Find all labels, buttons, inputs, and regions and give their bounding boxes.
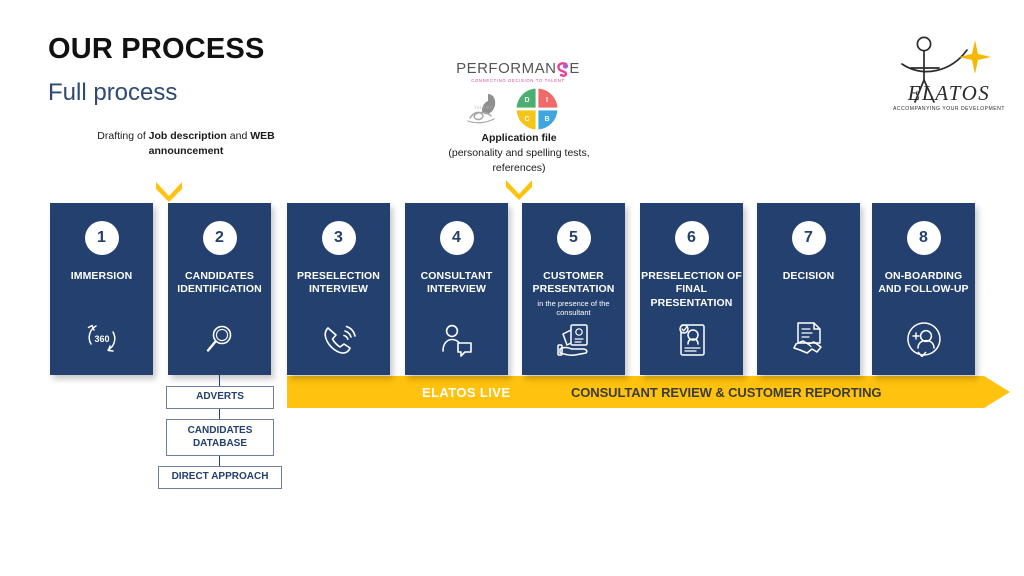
assessment-logos: TALENT D I C B bbox=[460, 88, 570, 130]
step-number: 4 bbox=[439, 221, 474, 255]
step-label: CANDIDATES IDENTIFICATION bbox=[177, 270, 262, 296]
phone-call-icon bbox=[287, 323, 390, 357]
note-application-title: Application file bbox=[481, 132, 557, 144]
down-chevron-icon bbox=[156, 182, 182, 202]
person-chat-icon bbox=[405, 323, 508, 357]
disc-letter-c: C bbox=[524, 116, 529, 123]
performanse-logo: PERFORMAN E CONNECTING DECISION TO TALEN… bbox=[455, 60, 581, 90]
performanse-swirl-icon bbox=[557, 61, 569, 77]
process-card-5[interactable]: 5 CUSTOMER PRESENTATION in the presence … bbox=[522, 203, 625, 375]
process-card-2[interactable]: 2 CANDIDATES IDENTIFICATION bbox=[168, 203, 271, 375]
step-label: IMMERSION bbox=[70, 270, 133, 282]
down-chevron-icon bbox=[506, 180, 532, 200]
magnifier-icon bbox=[168, 321, 271, 357]
banner-label-elatos-live: ELATOS LIVE bbox=[422, 384, 511, 400]
page-title: OUR PROCESS bbox=[48, 33, 265, 65]
svg-text:360: 360 bbox=[94, 334, 109, 344]
step-label: PRESELECTION INTERVIEW bbox=[297, 270, 380, 296]
step-label: CONSULTANT INTERVIEW bbox=[420, 270, 493, 296]
note-drafting-bold1: Job description bbox=[148, 130, 227, 142]
elatos-tagline: ACCOMPANYING YOUR DEVELOPMENT bbox=[893, 106, 1005, 112]
step-sublabel: in the presence of the consultant bbox=[537, 298, 610, 317]
step-number: 5 bbox=[556, 221, 591, 255]
slide-canvas: OUR PROCESS Full process Drafting of Job… bbox=[0, 0, 1024, 576]
step-number: 7 bbox=[791, 221, 826, 255]
step-label: ON-BOARDING AND FOLLOW-UP bbox=[878, 270, 969, 296]
step-number: 3 bbox=[321, 221, 356, 255]
step-label: PRESELECTION OF FINAL PRESENTATION bbox=[641, 270, 742, 309]
process-card-8[interactable]: 8 ON-BOARDING AND FOLLOW-UP bbox=[872, 203, 975, 375]
elatos-name: ELATOS bbox=[907, 81, 991, 105]
process-card-6[interactable]: 6 PRESELECTION OF FINAL PRESENTATION bbox=[640, 203, 743, 375]
performanse-tagline: CONNECTING DECISION TO TALENT bbox=[471, 78, 565, 83]
process-card-7[interactable]: 7 DECISION bbox=[757, 203, 860, 375]
phase-banner: ELATOS LIVE CONSULTANT REVIEW & CUSTOMER… bbox=[287, 376, 1010, 408]
note-application-detail: (personality and spelling tests, referen… bbox=[448, 147, 590, 175]
checklist-person-icon bbox=[640, 321, 743, 357]
process-card-1[interactable]: 1 IMMERSION 360 bbox=[50, 203, 153, 375]
note-drafting: Drafting of Job description and WEB anno… bbox=[96, 129, 276, 159]
subbox-direct-approach[interactable]: DIRECT APPROACH bbox=[158, 466, 282, 489]
disc-wheel-icon: D I C B bbox=[516, 88, 558, 130]
performanse-wordmark-end: E bbox=[569, 60, 580, 77]
note-application-file: Application file (personality and spelli… bbox=[428, 131, 610, 177]
page-subtitle: Full process bbox=[48, 79, 178, 106]
add-person-icon bbox=[872, 321, 975, 357]
performanse-wordmark: PERFORMAN bbox=[456, 60, 557, 77]
step-label: CUSTOMER PRESENTATION bbox=[532, 270, 615, 296]
rotate-360-icon: 360 bbox=[50, 319, 153, 357]
step-label: DECISION bbox=[782, 270, 835, 282]
svg-text:TALENT: TALENT bbox=[474, 105, 492, 110]
star-icon bbox=[959, 40, 991, 74]
disc-letter-i: I bbox=[546, 97, 548, 104]
elatos-logo: ELATOS ACCOMPANYING YOUR DEVELOPMENT bbox=[893, 28, 1009, 120]
connector-line bbox=[219, 375, 221, 386]
hand-document-icon bbox=[522, 323, 625, 357]
step-number: 8 bbox=[906, 221, 941, 255]
process-card-4[interactable]: 4 CONSULTANT INTERVIEW bbox=[405, 203, 508, 375]
script-logo-icon: TALENT bbox=[467, 94, 496, 124]
subbox-candidates-database[interactable]: CANDIDATES DATABASE bbox=[166, 419, 274, 456]
connector-line bbox=[219, 456, 221, 466]
step-number: 1 bbox=[84, 221, 119, 255]
handshake-document-icon bbox=[757, 321, 860, 357]
banner-label-consultant-review: CONSULTANT REVIEW & CUSTOMER REPORTING bbox=[571, 384, 882, 400]
note-drafting-part2: and bbox=[226, 130, 251, 142]
disc-letter-b: B bbox=[544, 116, 549, 123]
subbox-adverts[interactable]: ADVERTS bbox=[166, 386, 274, 409]
step-number: 6 bbox=[674, 221, 709, 255]
process-card-3[interactable]: 3 PRESELECTION INTERVIEW bbox=[287, 203, 390, 375]
note-drafting-part1: Drafting of bbox=[97, 130, 149, 142]
connector-line bbox=[219, 409, 221, 419]
disc-letter-d: D bbox=[524, 97, 529, 104]
step-number: 2 bbox=[202, 221, 237, 255]
